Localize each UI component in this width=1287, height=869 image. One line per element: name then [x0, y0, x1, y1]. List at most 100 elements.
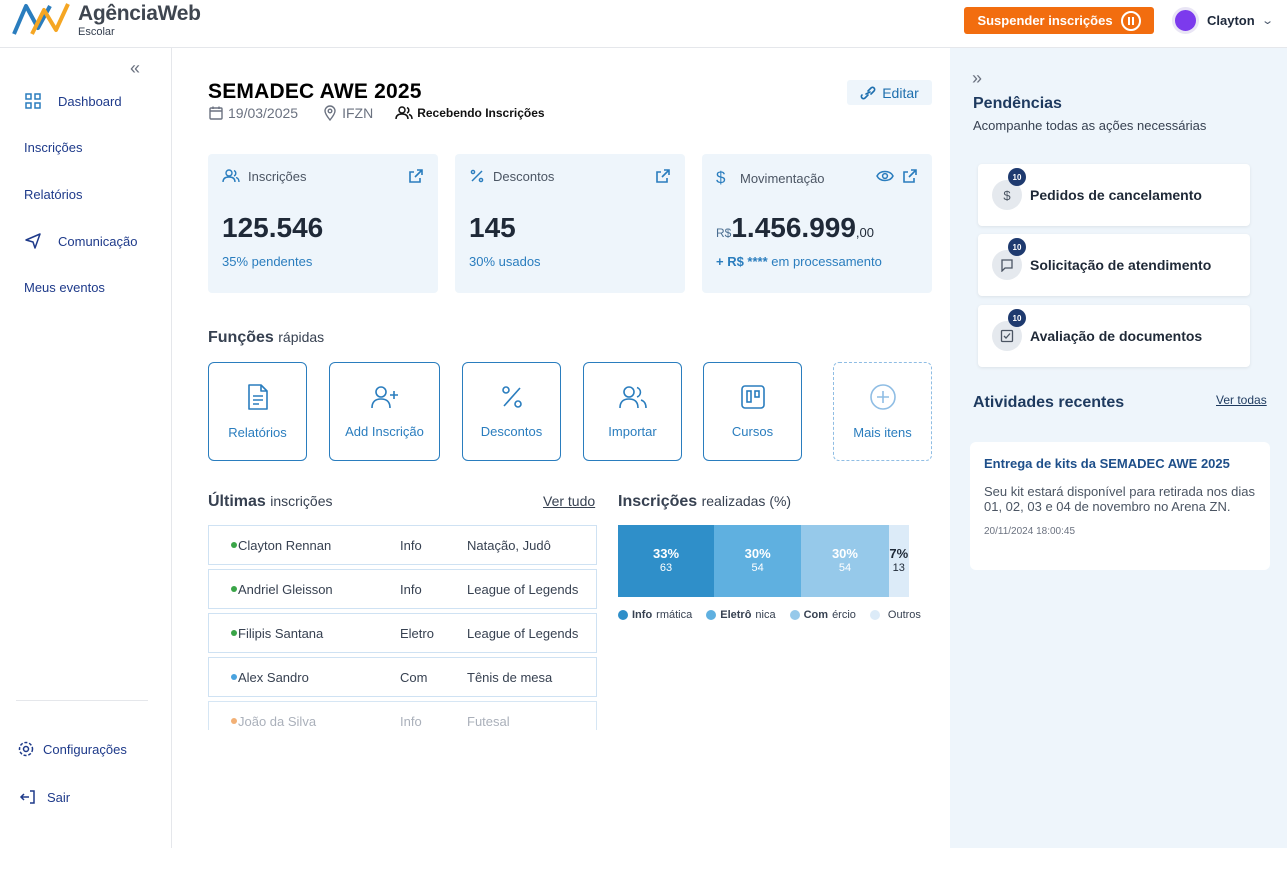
sidebar-item-comunicacao[interactable]: Comunicação — [24, 232, 138, 250]
event-place: IFZN — [322, 105, 373, 121]
send-icon — [25, 233, 41, 249]
legend-swatch — [618, 610, 628, 620]
table-row[interactable]: João da Silva Info Futesal — [208, 701, 597, 730]
card-value: R$ 1.456.999 ,00 — [716, 212, 874, 243]
chart-legend: Info rmática Eletrô nica Com ércio Outros — [618, 609, 921, 621]
expand-panel-icon[interactable]: » — [972, 68, 982, 89]
sidebar-item-inscricoes[interactable]: Inscrições — [24, 140, 83, 155]
pause-icon — [1120, 10, 1141, 31]
sidebar-item-label: Meus eventos — [24, 280, 105, 295]
card-label: Descontos — [493, 168, 555, 184]
quick-mais-itens-button[interactable]: Mais itens — [833, 362, 932, 461]
sidebar-item-label: Comunicação — [58, 233, 138, 249]
quick-cursos-button[interactable]: Cursos — [703, 362, 802, 461]
logout-icon — [19, 790, 35, 804]
activities-title: Atividades recentes — [973, 394, 1125, 411]
see-all-activities-link[interactable]: Ver todas — [1216, 393, 1267, 407]
chart-bar-segment: 33% 63 — [618, 525, 715, 597]
pending-item-cancelamento[interactable]: $ 10 Pedidos de cancelamento — [978, 164, 1250, 226]
pending-subtitle: Acompanhe todas as ações necessárias — [973, 118, 1207, 133]
users-icon — [618, 386, 647, 409]
sidebar-item-dashboard[interactable]: Dashboard — [24, 92, 122, 110]
legend-swatch — [869, 610, 880, 620]
event-date: 19/03/2025 — [208, 105, 298, 121]
activity-body: Seu kit estará disponível para retirada … — [984, 484, 1255, 514]
activity-card[interactable]: Entrega de kits da SEMADEC AWE 2025 Seu … — [970, 442, 1270, 570]
card-inscricoes: Inscrições 125.546 35% pendentes — [208, 154, 438, 293]
sidebar: « Dashboard Inscrições Relatórios Comuni… — [0, 48, 172, 848]
table-row[interactable]: Clayton Rennan Info Natação, Judô — [208, 525, 597, 565]
status-dot — [231, 542, 237, 548]
quick-descontos-button[interactable]: Descontos — [462, 362, 561, 461]
sidebar-item-label: Relatórios — [24, 187, 83, 202]
sidebar-item-label: Sair — [47, 789, 71, 805]
percent-icon — [470, 169, 484, 183]
users-icon — [222, 169, 240, 183]
external-link-icon[interactable] — [408, 168, 424, 184]
table-row[interactable]: Andriel Gleisson Info League of Legends — [208, 569, 597, 609]
legend-item: Com ércio — [789, 609, 856, 621]
card-label: Movimentação — [740, 170, 825, 186]
see-all-latest-link[interactable]: Ver tudo — [543, 493, 595, 509]
chart-data-label: 33% — [652, 546, 680, 561]
edit-button[interactable]: Editar — [847, 80, 932, 105]
calendar-icon — [209, 106, 223, 120]
table-row[interactable]: Filipis Santana Eletro League of Legends — [208, 613, 597, 653]
logo[interactable]: AgênciaWeb Escolar — [12, 2, 212, 42]
status-dot — [231, 718, 237, 724]
user-plus-icon — [370, 386, 398, 409]
pending-item-atendimento[interactable]: 10 Solicitação de atendimento — [978, 234, 1250, 296]
sidebar-item-configuracoes[interactable]: Configurações — [17, 740, 127, 758]
stacked-percent-bar: 33% 63 30% 54 30% 54 7% 13 — [618, 525, 909, 597]
card-value: 145 — [469, 212, 516, 243]
legend-swatch — [789, 610, 800, 620]
file-icon — [247, 384, 268, 410]
avatar — [1172, 6, 1199, 34]
activity-date: 20/11/2024 18:00:45 — [984, 526, 1076, 537]
status-dot — [231, 586, 237, 592]
external-link-icon[interactable] — [655, 168, 671, 184]
dollar-icon: $ — [716, 168, 726, 187]
gear-icon — [18, 741, 34, 757]
chart-data-label: 7% — [889, 546, 909, 561]
collapse-sidebar-icon[interactable]: « — [130, 58, 140, 79]
eye-icon[interactable] — [876, 168, 894, 184]
chart-title: Inscrições realizadas (%) — [618, 493, 792, 510]
link-edit-icon — [860, 86, 876, 99]
brand-subtitle: Escolar — [78, 26, 115, 38]
card-value: 125.546 — [222, 212, 324, 243]
table-row[interactable]: Alex Sandro Com Tênis de mesa — [208, 657, 597, 697]
chart-bar-segment: 7% 13 — [888, 525, 909, 597]
chart-count-label: 13 — [892, 562, 905, 574]
quick-importar-button[interactable]: Importar — [583, 362, 682, 461]
suspend-registrations-button[interactable]: Suspender inscrições — [964, 7, 1154, 34]
chart-count-label: 54 — [838, 562, 852, 574]
status-dot — [231, 674, 237, 680]
chart-bar-segment: 30% 54 — [801, 525, 889, 597]
users-icon — [395, 106, 413, 120]
chart-count-label: 54 — [751, 562, 764, 574]
board-icon — [740, 385, 765, 409]
pending-item-documentos[interactable]: 10 Avaliação de documentos — [978, 305, 1250, 367]
event-title: SEMADEC AWE 2025 — [208, 80, 422, 103]
sidebar-item-label: Configurações — [43, 741, 127, 757]
sidebar-item-relatorios[interactable]: Relatórios — [24, 187, 83, 202]
suspend-label: Suspender inscrições — [977, 13, 1113, 28]
quick-relatorios-button[interactable]: Relatórios — [208, 362, 307, 461]
card-sub: + R$ **** em processamento — [716, 254, 882, 269]
user-menu[interactable]: Clayton ⌄ — [1172, 6, 1274, 34]
external-link-icon[interactable] — [902, 168, 918, 184]
legend-item: Eletrô nica — [706, 609, 776, 621]
percent-icon — [501, 386, 522, 408]
top-bar: AgênciaWeb Escolar Suspender inscrições … — [0, 0, 1287, 48]
chart-bar-segment: 30% 54 — [714, 525, 802, 597]
sidebar-item-sair[interactable]: Sair — [19, 788, 70, 806]
sidebar-divider — [16, 700, 148, 701]
legend-item: Info rmática — [618, 609, 692, 621]
main-content: SEMADEC AWE 2025 19/03/2025 IFZN Receben… — [172, 48, 950, 848]
card-sub: 35% pendentes — [222, 254, 313, 269]
quick-add-inscricao-button[interactable]: Add Inscrição — [329, 362, 440, 461]
location-icon — [324, 105, 336, 121]
pending-panel: » Pendências Acompanhe todas as ações ne… — [950, 48, 1287, 848]
sidebar-item-meus-eventos[interactable]: Meus eventos — [24, 280, 105, 295]
